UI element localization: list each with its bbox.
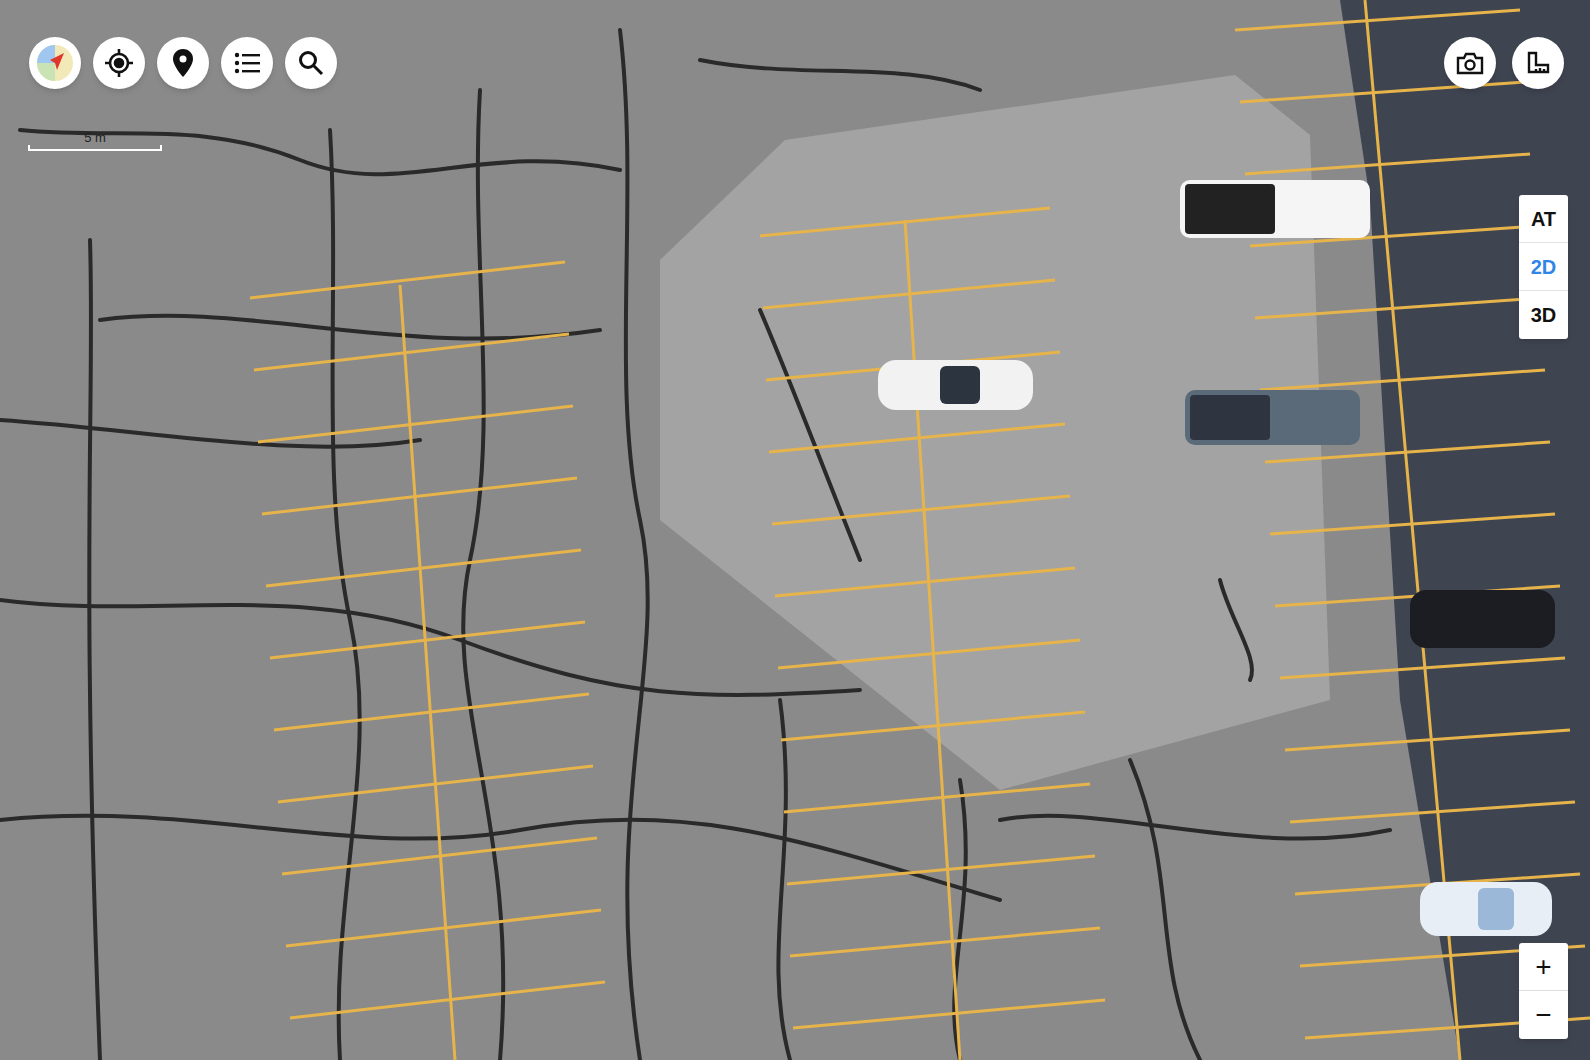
app-logo-button[interactable] xyxy=(29,37,81,89)
view-mode-button[interactable]: 3D xyxy=(1519,291,1568,339)
view-mode-label: 3D xyxy=(1531,300,1557,330)
scale-line xyxy=(28,145,162,151)
left-toolbar xyxy=(29,37,337,89)
map-pin-icon xyxy=(171,48,195,78)
zoom-in-label: + xyxy=(1535,953,1551,981)
marker-button[interactable] xyxy=(157,37,209,89)
view-mode-label: 2D xyxy=(1531,252,1557,282)
crosshair-icon xyxy=(104,48,134,78)
right-toolbar xyxy=(1444,37,1564,89)
parked-cars xyxy=(878,180,1555,936)
measure-button[interactable] xyxy=(1512,37,1564,89)
scale-bar: 5 m xyxy=(28,130,162,151)
compass-logo-icon xyxy=(36,44,74,82)
search-icon xyxy=(298,50,324,76)
search-button[interactable] xyxy=(285,37,337,89)
zoom-out-label: − xyxy=(1535,1001,1551,1029)
view-mode-button[interactable]: 2D xyxy=(1519,243,1568,291)
zoom-out-button[interactable]: − xyxy=(1519,991,1568,1039)
map-viewer: 5 m AT 2D 3D + − xyxy=(0,0,1590,1060)
parking-lines xyxy=(250,0,1590,1060)
layers-list-button[interactable] xyxy=(221,37,273,89)
view-mode-button[interactable]: AT xyxy=(1519,195,1568,243)
ruler-icon xyxy=(1526,51,1550,75)
camera-icon xyxy=(1456,51,1484,75)
screenshot-button[interactable] xyxy=(1444,37,1496,89)
zoom-in-button[interactable]: + xyxy=(1519,943,1568,991)
scale-label: 5 m xyxy=(84,130,106,145)
aerial-map[interactable] xyxy=(0,0,1590,1060)
list-icon xyxy=(234,52,260,74)
zoom-control: + − xyxy=(1519,943,1568,1039)
view-mode-label: AT xyxy=(1531,204,1556,234)
locate-button[interactable] xyxy=(93,37,145,89)
view-mode-switch: AT 2D 3D xyxy=(1519,195,1568,339)
